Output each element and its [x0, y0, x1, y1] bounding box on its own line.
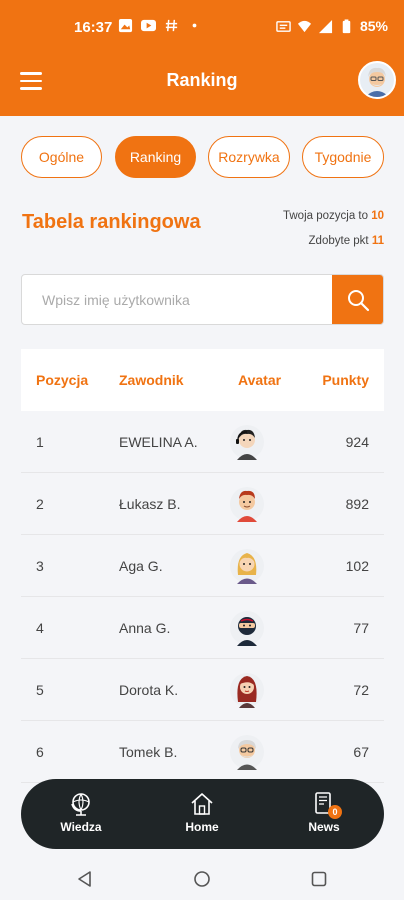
table-row[interactable]: 4 Anna G. 77	[21, 597, 384, 659]
header-player: Zawodnik	[119, 372, 184, 388]
row-position: 1	[36, 434, 44, 450]
news-badge: 0	[328, 805, 342, 819]
blonde-girl-avatar-icon	[230, 548, 264, 584]
row-points: 892	[345, 496, 369, 512]
row-player-name: Dorota K.	[119, 682, 179, 698]
search-button[interactable]	[332, 275, 383, 324]
table-row[interactable]: 5 Dorota K. 72	[21, 659, 384, 721]
search-box	[21, 274, 384, 325]
row-position: 6	[36, 744, 44, 760]
red-hair-boy-avatar-icon	[230, 486, 264, 522]
bottom-navigation: Wiedza Home 0 News	[21, 779, 384, 849]
row-player-name: Aga G.	[119, 558, 163, 574]
row-position: 3	[36, 558, 44, 574]
row-player-name: EWELINA A.	[119, 434, 198, 450]
row-player-name: Anna G.	[119, 620, 171, 636]
home-circle-icon[interactable]	[193, 870, 211, 888]
back-icon[interactable]	[76, 870, 94, 888]
header-position: Pozycja	[36, 372, 89, 388]
row-points: 102	[345, 558, 369, 574]
user-avatar-icon[interactable]	[358, 61, 396, 99]
your-points: Zdobyte pkt 11	[309, 235, 384, 247]
wifi-icon	[297, 20, 312, 32]
tab-ogolne[interactable]: Ogólne	[21, 136, 102, 178]
tab-rozrywka[interactable]: Rozrywka	[208, 136, 290, 178]
status-notification-icons	[118, 18, 202, 33]
nav-home-label: Home	[185, 820, 219, 834]
hashtag-icon	[165, 19, 178, 32]
row-position: 5	[36, 682, 44, 698]
image-icon	[118, 18, 133, 33]
search-input[interactable]	[22, 275, 333, 324]
battery-icon	[342, 18, 351, 33]
status-system-icons: 85%	[276, 18, 388, 34]
row-player-name: Tomek B.	[119, 744, 178, 760]
nav-wiedza-label: Wiedza	[60, 820, 102, 834]
your-position-label: Twoja pozycja to	[282, 210, 368, 222]
table-row[interactable]: 1 EWELINA A. 924	[21, 411, 384, 473]
app-header: Ranking	[0, 56, 404, 116]
ranking-table-title: Tabela rankingowa	[22, 211, 201, 233]
table-row[interactable]: 3 Aga G. 102	[21, 535, 384, 597]
table-row[interactable]: 2 Łukasz B. 892	[21, 473, 384, 535]
nav-wiedza[interactable]: Wiedza	[46, 791, 116, 834]
status-bar: 16:37 85%	[0, 0, 404, 56]
search-icon	[347, 289, 369, 311]
your-position: Twoja pozycja to 10	[283, 210, 384, 222]
row-points: 72	[353, 682, 369, 698]
row-position: 4	[36, 620, 44, 636]
ranking-table: Pozycja Zawodnik Avatar Punkty 1 EWELINA…	[21, 349, 384, 783]
your-points-value: 11	[371, 235, 384, 247]
battery-percent: 85%	[359, 18, 388, 34]
ninja-avatar-icon	[230, 610, 264, 646]
row-player-name: Łukasz B.	[119, 496, 181, 512]
nav-home[interactable]: Home	[167, 791, 237, 834]
red-hair-woman-avatar-icon	[230, 672, 264, 708]
youtube-icon	[141, 19, 156, 32]
girl-headset-avatar-icon	[230, 424, 264, 460]
row-points: 77	[353, 620, 369, 636]
page-title: Ranking	[166, 70, 238, 90]
row-points: 924	[345, 434, 369, 450]
recents-icon[interactable]	[310, 870, 328, 888]
nav-news-label: News	[308, 820, 340, 834]
system-navigation-bar	[0, 858, 404, 900]
table-row[interactable]: 6 Tomek B. 67	[21, 721, 384, 783]
row-position: 2	[36, 496, 44, 512]
your-position-value: 10	[371, 210, 384, 222]
globe-icon	[71, 793, 90, 816]
tab-ranking[interactable]: Ranking	[115, 136, 196, 178]
your-points-label: Zdobyte pkt	[308, 235, 369, 247]
dot-icon	[192, 23, 197, 28]
status-time: 16:37	[74, 19, 113, 36]
category-tabs: Ogólne Ranking Rozrywka Tygodnie	[0, 136, 404, 180]
table-header: Pozycja Zawodnik Avatar Punkty	[21, 349, 384, 411]
nav-news[interactable]: 0 News	[289, 791, 359, 834]
old-man-glasses-avatar-icon	[230, 734, 264, 770]
header-points: Punkty	[322, 372, 369, 388]
header-avatar: Avatar	[238, 372, 282, 388]
cast-icon	[276, 20, 291, 32]
signal-icon	[318, 19, 333, 33]
tab-tygodnie[interactable]: Tygodnie	[302, 136, 384, 178]
home-icon	[191, 793, 213, 815]
row-points: 67	[353, 744, 369, 760]
